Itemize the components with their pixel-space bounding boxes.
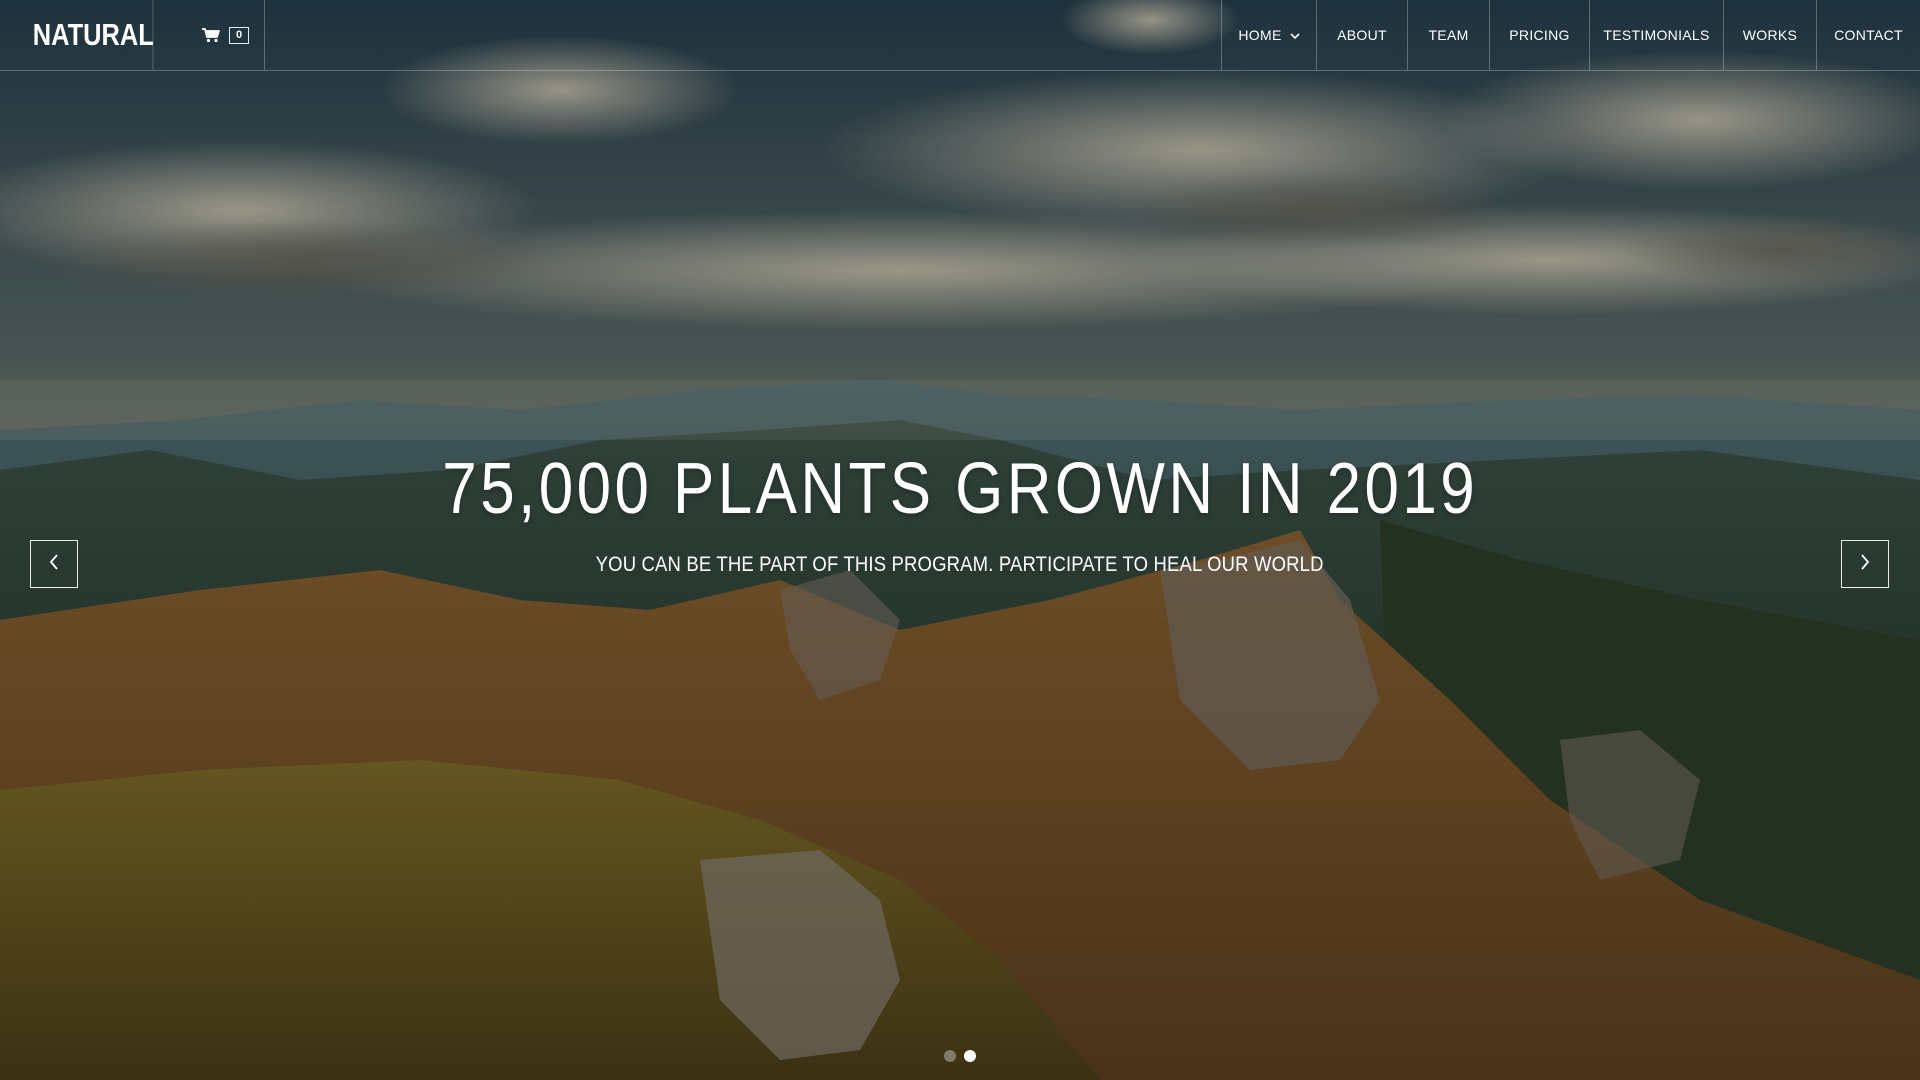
nav-item-label: TESTIMONIALS <box>1603 27 1710 43</box>
chevron-right-icon <box>1859 553 1871 575</box>
nav-item-contact[interactable]: CONTACT <box>1816 0 1920 70</box>
nav-item-label: HOME <box>1238 27 1282 43</box>
brand-logo[interactable]: NATURAL <box>0 0 154 70</box>
chevron-down-icon <box>1290 27 1300 43</box>
cart-icon <box>202 27 220 43</box>
slider-prev-button[interactable] <box>30 540 78 588</box>
hero-overlay <box>0 0 1920 1080</box>
hero-title: 75,000 PLANTS GROWN IN 2019 <box>0 448 1920 530</box>
chevron-left-icon <box>48 553 60 575</box>
nav-item-testimonials[interactable]: TESTIMONIALS <box>1589 0 1723 70</box>
nav-item-label: PRICING <box>1509 27 1570 43</box>
nav-item-home[interactable]: HOME <box>1221 0 1316 70</box>
cart-button[interactable]: 0 <box>187 0 265 70</box>
nav-item-pricing[interactable]: PRICING <box>1489 0 1589 70</box>
nav-item-works[interactable]: WORKS <box>1723 0 1816 70</box>
nav-item-team[interactable]: TEAM <box>1407 0 1489 70</box>
slider-dot-2[interactable] <box>964 1050 976 1062</box>
nav-item-about[interactable]: ABOUT <box>1316 0 1407 70</box>
nav-item-label: CONTACT <box>1834 27 1903 43</box>
hero-title-text: 75,000 PLANTS GROWN IN 2019 <box>442 449 1478 529</box>
hero-subtitle-text: YOU CAN BE THE PART OF THIS PROGRAM. PAR… <box>595 553 1325 576</box>
nav-item-label: TEAM <box>1428 27 1469 43</box>
page: NATURAL 0 HOME ABOUT TEAM PRICING TESTIM… <box>0 0 1920 1080</box>
slider-dots <box>0 1050 1920 1062</box>
cart-count-badge: 0 <box>229 26 249 44</box>
slider-dot-1[interactable] <box>944 1050 956 1062</box>
main-nav: HOME ABOUT TEAM PRICING TESTIMONIALS WOR… <box>1221 0 1920 70</box>
slider-next-button[interactable] <box>1841 540 1889 588</box>
nav-item-label: ABOUT <box>1337 27 1387 43</box>
nav-item-label: WORKS <box>1742 27 1798 43</box>
header-spacer <box>265 0 1221 70</box>
header: NATURAL 0 HOME ABOUT TEAM PRICING TESTIM… <box>0 0 1920 71</box>
hero-subtitle: YOU CAN BE THE PART OF THIS PROGRAM. PAR… <box>0 553 1920 577</box>
